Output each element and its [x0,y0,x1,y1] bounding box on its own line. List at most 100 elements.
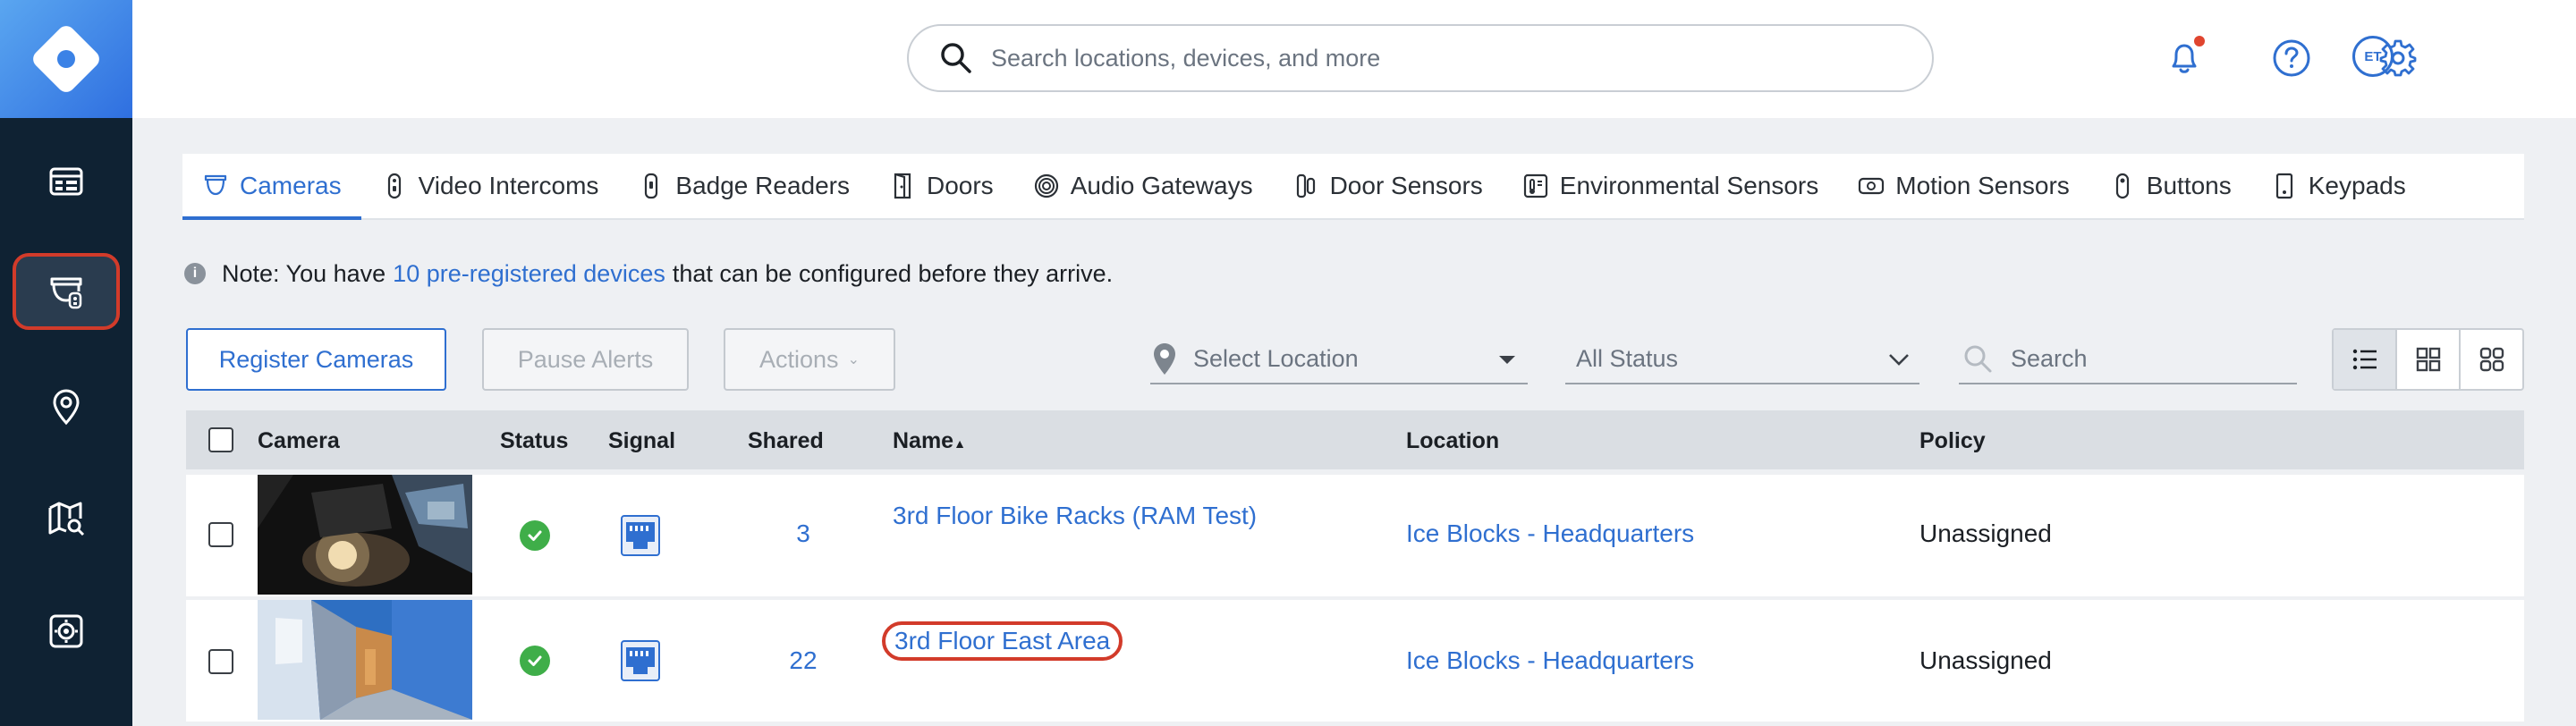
pre-registered-note: i Note: You have 10 pre-registered devic… [184,256,1113,291]
device-tabs: Cameras Video Intercoms Badge Readers Do… [182,154,2524,220]
global-search-input[interactable] [991,44,1796,72]
column-header-shared[interactable]: Shared [748,428,824,454]
location-select[interactable]: Select Location [1150,334,1528,384]
sidebar-item-dashboard[interactable] [13,143,120,220]
actions-label: Actions [759,345,839,373]
tab-label: Motion Sensors [1895,172,2070,199]
dashboard-icon [49,167,83,196]
tab-label: Cameras [240,172,342,199]
row-checkbox[interactable] [208,649,233,674]
shared-count[interactable]: 3 [776,519,830,548]
grid-view-button[interactable] [2397,330,2461,389]
button-device-icon [2115,173,2129,199]
global-search[interactable] [907,24,1934,92]
pre-registered-devices-link[interactable]: 10 pre-registered devices [393,260,665,288]
tab-label: Badge Readers [675,172,850,199]
tab-label: Doors [926,172,994,199]
top-bar: ET [132,0,2576,118]
tab-environmental-sensors[interactable]: Environmental Sensors [1503,154,1838,218]
tab-badge-readers[interactable]: Badge Readers [618,154,869,218]
select-all-checkbox[interactable] [208,427,233,452]
list-view-button[interactable] [2334,330,2397,389]
sidebar-item-cameras[interactable] [13,253,120,330]
environmental-sensor-icon [1523,173,1547,198]
notifications-button[interactable] [2162,36,2207,80]
policy-value: Unassigned [1919,646,2052,674]
status-online-icon [520,646,550,676]
tab-cameras[interactable]: Cameras [182,154,361,220]
column-header-signal[interactable]: Signal [608,428,675,454]
tab-label: Environmental Sensors [1559,172,1819,199]
ethernet-icon[interactable] [621,515,660,556]
sidebar-item-map[interactable] [13,480,120,557]
list-view-icon [2352,349,2377,370]
status-select[interactable]: All Status [1565,334,1919,384]
tab-keypads[interactable]: Keypads [2251,154,2426,218]
register-cameras-button[interactable]: Register Cameras [186,328,446,391]
chevron-down-icon: ⌄ [847,352,860,367]
tab-doors[interactable]: Doors [869,154,1013,218]
user-avatar[interactable]: ET [2352,36,2394,77]
tile-view-button[interactable] [2461,330,2522,389]
note-prefix: Note: You have [222,259,386,287]
sidebar-item-locations[interactable] [13,368,120,445]
motion-sensor-icon [1859,177,1885,195]
view-toggle [2332,328,2524,391]
logo-diamond-icon [29,21,104,97]
door-sensor-icon [1296,173,1315,198]
camera-snapshot-image [258,600,472,720]
row-checkbox[interactable] [208,522,233,547]
help-icon [2273,39,2310,77]
pause-alerts-button[interactable]: Pause Alerts [482,328,689,391]
status-online-icon [520,520,550,551]
camera-name-link[interactable]: 3rd Floor Bike Racks (RAM Test) [893,502,1257,530]
safe-icon [49,614,83,648]
tab-label: Door Sensors [1329,172,1483,199]
tab-video-intercoms[interactable]: Video Intercoms [361,154,619,218]
sort-ascending-icon: ▲ [953,436,966,451]
column-header-status[interactable]: Status [500,428,568,454]
map-search-icon [48,502,85,536]
dropdown-triangle-icon [1499,356,1515,364]
search-icon [1964,345,1992,373]
search-icon [941,43,971,73]
notification-dot [2194,36,2205,46]
note-suffix: that can be configured before they arriv… [672,259,1114,287]
column-header-policy[interactable]: Policy [1919,428,1986,454]
tab-label: Video Intercoms [418,172,599,199]
help-button[interactable] [2269,36,2314,80]
tab-audio-gateways[interactable]: Audio Gateways [1013,154,1273,218]
tab-label: Buttons [2146,172,2232,199]
badge-reader-icon [645,173,658,199]
intercom-icon [387,173,401,199]
table-row[interactable]: 22 3rd Floor East Area Ice Blocks - Head… [186,600,2524,722]
camera-icon [204,174,227,196]
camera-thumbnail[interactable] [258,475,472,595]
location-link[interactable]: Ice Blocks - Headquarters [1406,646,1694,675]
app-logo[interactable] [0,0,132,118]
sidebar-item-access[interactable] [13,593,120,670]
tab-buttons[interactable]: Buttons [2089,154,2251,218]
column-header-location[interactable]: Location [1406,428,1499,454]
table-header: Camera Status Signal Shared Name▲ Locati… [186,410,2524,469]
camera-thumbnail[interactable] [258,600,472,720]
column-header-name[interactable]: Name▲ [893,428,966,454]
tab-motion-sensors[interactable]: Motion Sensors [1838,154,2089,218]
audio-gateway-icon [1034,173,1058,198]
column-header-camera[interactable]: Camera [258,428,340,454]
status-select-value: All Status [1576,344,1679,372]
table-search[interactable]: Search [1959,334,2297,384]
location-pin-icon [53,389,80,426]
tab-door-sensors[interactable]: Door Sensors [1273,154,1503,218]
location-link[interactable]: Ice Blocks - Headquarters [1406,519,1694,548]
location-select-placeholder: Select Location [1193,344,1359,372]
door-icon [894,173,911,199]
camera-name-link[interactable]: 3rd Floor East Area [882,621,1123,661]
policy-value: Unassigned [1919,519,2052,547]
table-search-placeholder: Search [2011,344,2088,372]
actions-button[interactable]: Actions ⌄ [724,328,895,391]
ethernet-icon[interactable] [621,640,660,681]
location-pin-icon [1154,343,1175,375]
shared-count[interactable]: 22 [776,646,830,675]
table-row[interactable]: 3 3rd Floor Bike Racks (RAM Test) Ice Bl… [186,475,2524,596]
